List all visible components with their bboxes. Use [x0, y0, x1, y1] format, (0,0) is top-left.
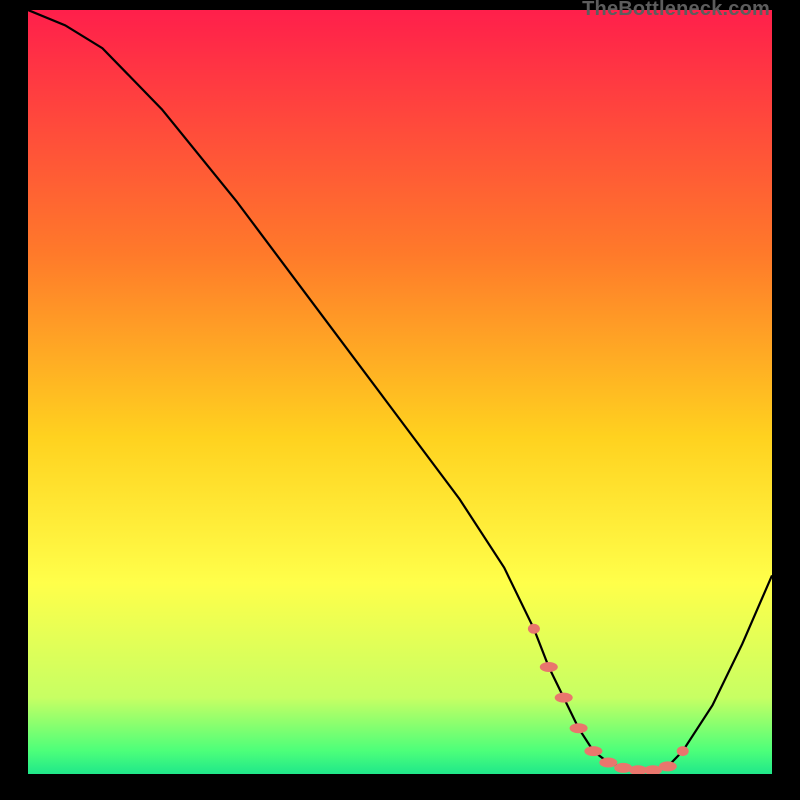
curve-marker [659, 761, 677, 771]
bottleneck-chart [28, 10, 772, 774]
curve-marker [584, 746, 602, 756]
curve-marker [540, 662, 558, 672]
curve-marker [528, 624, 540, 634]
curve-marker [677, 746, 689, 756]
gradient-background [28, 10, 772, 774]
chart-frame [28, 10, 772, 774]
curve-marker [599, 758, 617, 768]
watermark-text: TheBottleneck.com [582, 0, 770, 21]
curve-marker [570, 723, 588, 733]
curve-marker [555, 693, 573, 703]
